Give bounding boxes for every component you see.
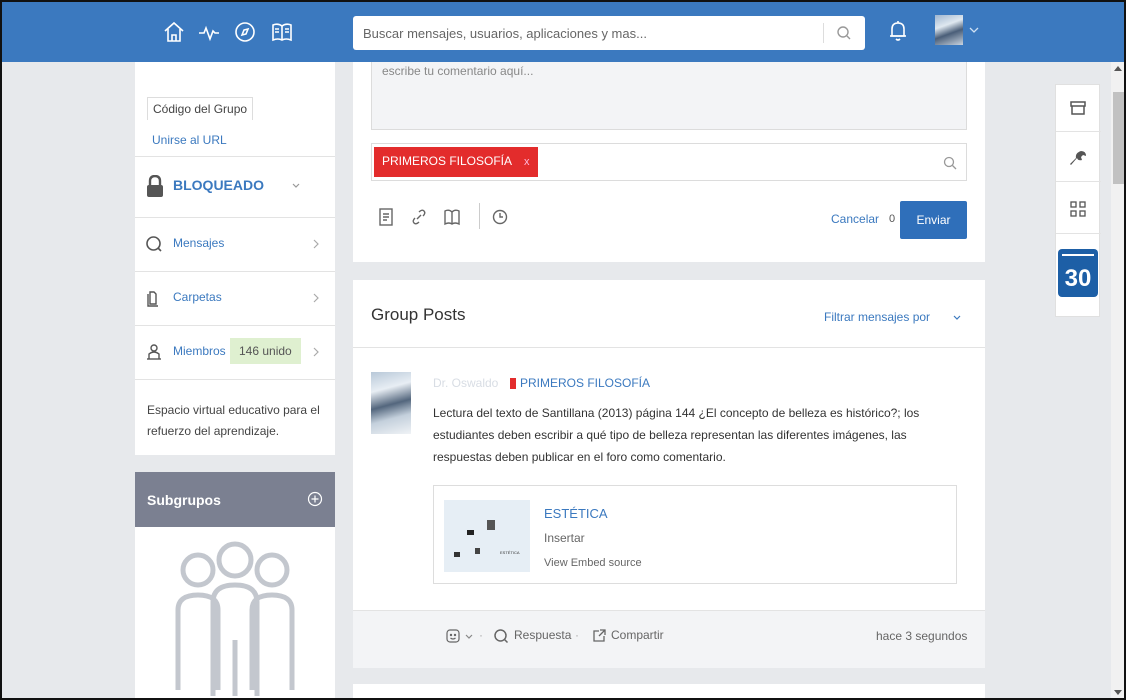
- wrench-icon[interactable]: [1068, 149, 1088, 169]
- compass-icon[interactable]: [233, 20, 257, 44]
- scrollbar-thumb[interactable]: [1113, 92, 1124, 184]
- send-button[interactable]: Enviar: [900, 201, 967, 239]
- post-body: Lectura del texto de Santillana (2013) p…: [433, 406, 920, 464]
- divider: [1056, 181, 1101, 182]
- share-icon[interactable]: [591, 628, 607, 644]
- members-count-badge: 146 unido: [230, 338, 301, 364]
- divider: [1056, 131, 1101, 132]
- next-post-card: [353, 684, 985, 700]
- comment-placeholder: escribe tu comentario aquí...: [382, 64, 534, 78]
- embed-card[interactable]: ESTÉTICA ESTÉTICA Insertar View Embed so…: [433, 485, 957, 584]
- calendar-icon[interactable]: 30: [1058, 249, 1098, 297]
- group-description: Espacio virtual educativo para el refuer…: [147, 403, 320, 438]
- add-circle-icon[interactable]: [307, 491, 323, 507]
- search-bar: [353, 16, 865, 50]
- home-icon[interactable]: [162, 20, 186, 44]
- scroll-down-arrow[interactable]: [1114, 690, 1122, 695]
- top-navbar: [0, 0, 1126, 62]
- group-tag-field[interactable]: PRIMEROS FILOSOFÍA x: [371, 143, 967, 181]
- right-toolbar: 30: [1055, 84, 1101, 317]
- embed-thumbnail-text: ESTÉTICA: [500, 550, 520, 555]
- toolbar-divider: [479, 203, 480, 229]
- divider: [135, 156, 335, 157]
- chevron-down-icon[interactable]: [461, 628, 477, 644]
- apps-grid-icon[interactable]: [1068, 199, 1088, 219]
- search-input[interactable]: [353, 16, 821, 50]
- reply-icon[interactable]: [493, 628, 509, 644]
- group-tag-chip: PRIMEROS FILOSOFÍA x: [374, 147, 538, 177]
- lock-icon: [147, 175, 163, 197]
- remove-tag-button[interactable]: x: [524, 156, 530, 168]
- filter-posts-dropdown[interactable]: Filtrar mensajes por: [824, 310, 930, 324]
- calendar-day: 30: [1064, 265, 1092, 292]
- store-icon[interactable]: [1068, 98, 1088, 118]
- sidebar-item-mensajes[interactable]: Mensajes: [135, 217, 335, 271]
- folder-icon: [147, 291, 158, 307]
- embed-subtitle: Insertar: [544, 531, 585, 545]
- footer-separator: ·: [479, 628, 483, 642]
- chevron-down-icon[interactable]: [291, 181, 301, 191]
- group-tag-label: PRIMEROS FILOSOFÍA: [382, 154, 513, 168]
- chevron-down-icon[interactable]: [968, 24, 980, 36]
- search-icon[interactable]: [942, 155, 958, 171]
- activity-icon[interactable]: [197, 20, 221, 44]
- chevron-right-icon: [313, 347, 319, 357]
- share-button[interactable]: Compartir: [611, 628, 664, 642]
- people-group-icon: [175, 541, 295, 696]
- chevron-down-icon[interactable]: [952, 313, 962, 323]
- character-count: 0: [889, 213, 896, 225]
- subgroups-panel: Subgrupos: [135, 472, 335, 700]
- chevron-right-icon: [313, 293, 319, 303]
- scroll-up-arrow[interactable]: [1114, 66, 1122, 71]
- sidebar-item-miembros[interactable]: Miembros 146 unido: [135, 325, 335, 379]
- reply-button[interactable]: Respuesta: [514, 628, 571, 642]
- members-icon: [147, 344, 161, 360]
- book-icon[interactable]: [443, 207, 461, 227]
- user-avatar[interactable]: [935, 15, 963, 45]
- emoji-reaction-icon[interactable]: [445, 628, 461, 644]
- subgroups-title: Subgrupos: [147, 492, 221, 508]
- embed-title[interactable]: ESTÉTICA: [544, 506, 608, 521]
- posts-title: Group Posts: [371, 305, 466, 324]
- scrollbar[interactable]: [1111, 62, 1126, 700]
- link-icon[interactable]: [410, 207, 428, 227]
- message-icon: [146, 236, 162, 252]
- divider: [1056, 233, 1101, 234]
- sidebar-item-label: Mensajes: [173, 236, 225, 250]
- comment-textarea[interactable]: escribe tu comentario aquí...: [371, 62, 967, 130]
- post-timestamp: hace 3 segundos: [876, 629, 968, 643]
- bell-icon[interactable]: [885, 18, 911, 44]
- search-icon[interactable]: [829, 21, 859, 45]
- group-sidebar: Código del Grupo Unirse al URL BLOQUEADO…: [135, 62, 335, 455]
- book-icon[interactable]: [270, 20, 294, 44]
- join-url-link[interactable]: Unirse al URL: [152, 133, 227, 147]
- embed-thumbnail: ESTÉTICA: [444, 500, 530, 572]
- divider: [135, 379, 335, 380]
- sidebar-item-label: Miembros: [173, 344, 226, 358]
- cancel-button[interactable]: Cancelar: [831, 212, 879, 226]
- divider: [353, 347, 985, 348]
- post-author-avatar[interactable]: [371, 372, 411, 434]
- sidebar-item-carpetas[interactable]: Carpetas: [135, 271, 335, 325]
- search-divider: [823, 23, 824, 43]
- compose-panel: escribe tu comentario aquí... PRIMEROS F…: [353, 62, 985, 262]
- chevron-right-icon: [313, 239, 319, 249]
- note-icon[interactable]: [377, 207, 395, 227]
- sidebar-item-label: Carpetas: [173, 290, 222, 304]
- post-footer: · Respuesta · Compartir hace 3 segundos: [353, 610, 985, 668]
- calendar-ring: [1062, 254, 1094, 260]
- footer-separator: ·: [575, 628, 579, 642]
- post-group-link[interactable]: PRIMEROS FILOSOFÍA: [520, 376, 650, 390]
- group-posts-panel: Group Posts Filtrar mensajes por Dr. Osw…: [353, 280, 985, 668]
- group-flag-icon: [510, 378, 516, 389]
- view-embed-source-link[interactable]: View Embed source: [544, 557, 642, 569]
- post-author-name[interactable]: Dr. Oswaldo: [433, 376, 498, 390]
- privacy-status-select[interactable]: BLOQUEADO: [173, 177, 264, 193]
- group-code-tab[interactable]: Código del Grupo: [147, 97, 254, 120]
- clock-icon[interactable]: [491, 207, 509, 227]
- subgroups-header: Subgrupos: [135, 472, 335, 527]
